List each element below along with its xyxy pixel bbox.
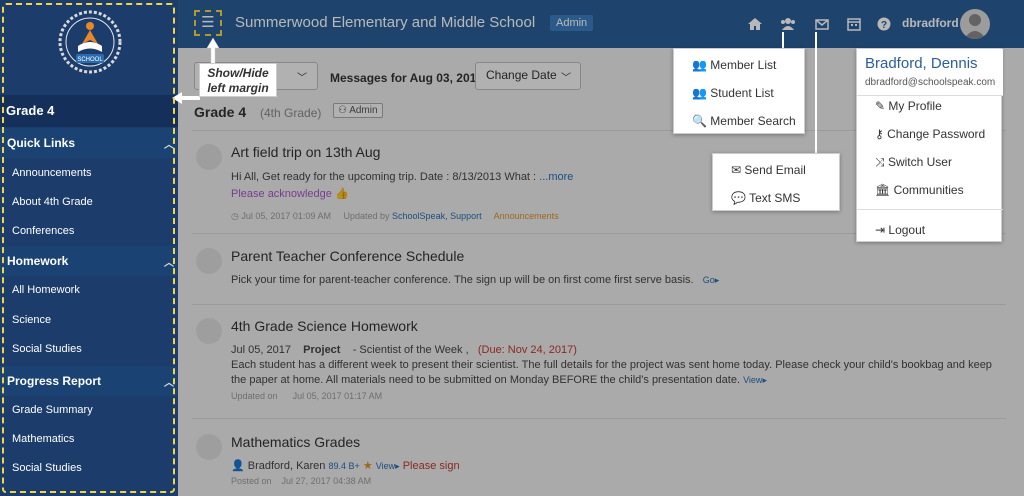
menu-item-communities[interactable]: 🏛 Communities [875,183,964,197]
list-item: Parent Teacher Conference Schedule Pick … [192,248,1012,296]
key-icon: ⚷ [875,127,884,141]
item-meta: ◷ Jul 05, 2017 01:09 AM Updated by Schoo… [231,211,559,221]
school-logo: SCHOOL [58,10,122,74]
item-meta: Posted on Jul 27, 2017 04:38 AM [231,476,372,486]
sidebar-item-grade-summary[interactable]: Grade Summary [12,404,93,416]
list-item: 4th Grade Science Homework Jul 05, 2017 … [192,318,1012,408]
members-icon[interactable] [780,16,796,32]
chevron-down-icon: ﹀ [297,73,307,84]
home-icon[interactable] [747,16,763,32]
item-meta: Updated on Jul 05, 2017 01:17 AM [231,391,383,401]
chevron-down-icon: ﹀ [561,73,571,84]
menu-item-switch-user[interactable]: ⤨ Switch User [875,155,952,170]
chevron-up-icon: ︿ [164,378,174,389]
menu-item-my-profile[interactable]: ✎ My Profile [875,99,942,113]
school-name: Summerwood Elementary and Middle School [235,14,536,31]
menu-item-send-email[interactable]: ✉ Send Email [731,163,806,177]
calendar-icon[interactable] [846,16,862,32]
item-title[interactable]: Parent Teacher Conference Schedule [231,248,464,264]
messages-for-label: Messages for Aug 03, 2017 [330,71,483,85]
users-icon: 👥 [692,58,707,72]
svg-text:SCHOOL: SCHOOL [77,57,103,63]
pencil-icon: ✎ [875,99,886,113]
logout-icon: ⇥ [875,223,886,237]
sidebar-item-social-studies[interactable]: Social Studies [12,343,82,355]
menu-item-logout[interactable]: ⇥ Logout [875,223,925,237]
item-body-line2: the paper at home. All materials need to… [231,374,767,386]
institution-icon: 🏛 [875,183,891,197]
sidebar-item-about-4th-grade[interactable]: About 4th Grade [12,196,93,208]
admin-chip[interactable]: ⚇ Admin [333,103,383,118]
item-details: 👤 Bradford, Karen 89.4 B+ ★ View▸ Please… [231,460,460,472]
menu-item-student-list[interactable]: 👥 Student List [692,86,774,100]
grades-icon [196,434,222,460]
show-hide-callout: Show/Hide left margin [199,63,277,97]
sidebar-item-conferences[interactable]: Conferences [12,225,74,237]
envelope-icon: ✉ [731,163,742,177]
top-bar: ☰ Summerwood Elementary and Middle Schoo… [178,0,1024,48]
go-link[interactable]: Go▸ [703,275,720,285]
sidebar-item-science[interactable]: Science [12,314,51,326]
calendar-board-icon [196,248,222,274]
contact-menu: ✉ Send Email 💬 Text SMS [712,153,840,211]
thumbs-up-icon: 👍 [334,188,349,200]
clock-icon: ◷ [231,211,239,221]
chevron-up-icon: ︿ [164,140,174,151]
item-body-line1: Each student has a different week to pre… [231,359,992,371]
page-title: Grade 4 [194,104,247,120]
page-subtitle: (4th Grade) [260,106,322,120]
document-icon [196,144,222,170]
homework-icon [196,318,222,344]
menu-item-text-sms[interactable]: 💬 Text SMS [731,191,800,205]
envelope-icon[interactable] [814,16,830,32]
admin-badge: Admin [550,15,594,31]
left-sidebar: SCHOOL Grade 4 Quick Links ︿ Announcement… [0,0,178,496]
progress-report-header[interactable]: Progress Report ︿ [0,366,178,396]
svg-text:?: ? [881,20,887,31]
user-shield-icon: ⚇ [338,105,347,116]
view-link[interactable]: View▸ [743,375,767,385]
item-title[interactable]: Art field trip on 13th Aug [231,144,380,160]
homework-header[interactable]: Homework ︿ [0,246,178,276]
chevron-up-icon: ︿ [164,258,174,269]
menu-item-change-password[interactable]: ⚷ Change Password [875,127,985,141]
item-title[interactable]: 4th Grade Science Homework [231,318,418,334]
menu-item-member-search[interactable]: 🔍 Member Search [692,114,796,128]
help-icon[interactable]: ? [876,16,892,32]
item-body: Pick your time for parent-teacher confer… [231,274,720,286]
grade-title[interactable]: Grade 4 [0,95,178,127]
acknowledge-link[interactable]: Please acknowledge 👍 [231,187,349,200]
view-link[interactable]: View▸ [376,461,400,471]
sidebar-item-mathematics[interactable]: Mathematics [12,433,74,445]
more-link[interactable]: ...more [539,171,573,183]
menu-toggle-button[interactable]: ☰ [194,10,222,36]
menu-item-member-list[interactable]: 👥 Member List [692,58,776,72]
sidebar-item-all-homework[interactable]: All Homework [12,284,80,296]
user-email: dbradford@schoolspeak.com [865,77,996,88]
comment-icon: 💬 [731,191,746,205]
user-menu: Bradford, Dennis dbradford@schoolspeak.c… [856,48,1003,242]
members-menu: 👥 Member List 👥 Student List 🔍 Member Se… [673,48,805,134]
users-icon: 👥 [692,86,707,100]
user-avatar-icon [964,14,986,39]
search-icon: 🔍 [692,114,707,128]
callout-arrow [206,37,220,65]
sign-link[interactable]: Please sign [403,460,460,472]
item-details: Jul 05, 2017 Project - Scientist of the … [231,344,577,356]
change-date-button[interactable]: Change Date ﹀ [475,62,581,90]
item-body: Hi All, Get ready for the upcoming trip.… [231,171,574,183]
quick-links-header[interactable]: Quick Links ︿ [0,128,178,158]
sidebar-item-social-studies-progress[interactable]: Social Studies [12,462,82,474]
sidebar-item-announcements[interactable]: Announcements [12,167,92,179]
shuffle-icon: ⤨ [875,155,885,169]
avatar[interactable] [960,9,990,39]
callout-arrow-left [172,92,200,104]
star-icon: ★ [362,460,373,472]
username[interactable]: dbradford [902,16,959,30]
item-title[interactable]: Mathematics Grades [231,434,360,450]
user-icon: 👤 [231,460,245,472]
user-fullname: Bradford, Dennis [865,55,978,72]
list-item: Mathematics Grades 👤 Bradford, Karen 89.… [192,434,1012,494]
